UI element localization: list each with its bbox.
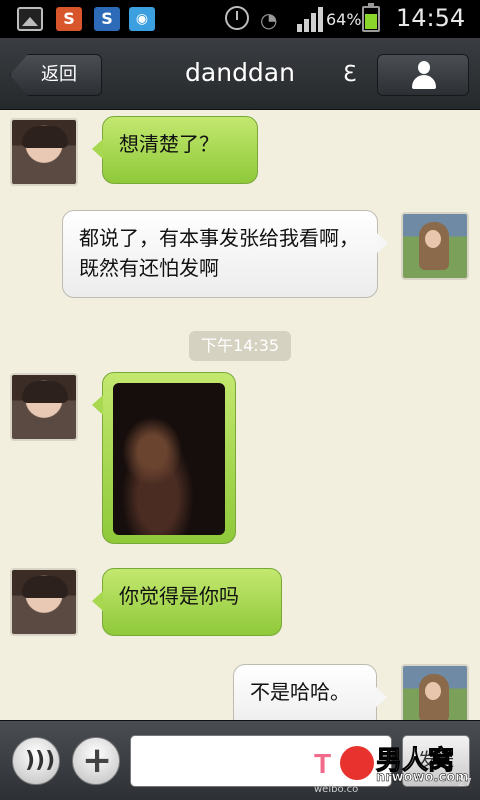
message-bubble-incoming[interactable]: 想清楚了？ <box>92 116 258 184</box>
gallery-icon <box>17 7 43 31</box>
back-button[interactable]: 返回 <box>10 54 102 96</box>
shield-s-icon: S <box>94 7 120 31</box>
attach-button[interactable]: + <box>72 737 120 785</box>
alarm-icon <box>225 6 249 30</box>
voice-wave-icon: ))) <box>25 748 56 773</box>
message-bubble-incoming[interactable]: 你觉得是你吗 <box>92 568 282 636</box>
image-message-bubble[interactable] <box>92 372 236 544</box>
earpiece-mode-icon[interactable]: ℇ <box>343 62 367 88</box>
chat-area[interactable]: 想清楚了？ 都说了，有本事发张给我看啊，既然有还怕发啊 下午14:35 你觉得是… <box>0 110 480 720</box>
avatar-self[interactable] <box>401 664 469 720</box>
avatar-contact[interactable] <box>10 373 78 441</box>
avatar-contact[interactable] <box>10 568 78 636</box>
message-timestamp: 下午14:35 <box>189 331 291 361</box>
message-bubble-outgoing[interactable]: 都说了，有本事发张给我看啊，既然有还怕发啊 <box>62 210 388 298</box>
wifi-icon: ◔ <box>260 8 278 32</box>
contact-profile-button[interactable] <box>377 54 469 96</box>
signal-icon <box>297 6 327 32</box>
chat-title: danddan <box>185 58 295 87</box>
input-bar: ))) + 发送 <box>0 720 480 800</box>
app-s-icon: S <box>56 7 82 31</box>
chat-header: 返回 danddan ℇ <box>0 38 480 110</box>
message-bubble-outgoing[interactable]: 不是哈哈。 <box>233 664 387 720</box>
person-icon <box>412 61 436 89</box>
message-input[interactable] <box>130 735 392 787</box>
battery-percent: 64% <box>326 10 362 29</box>
voice-input-button[interactable]: ))) <box>12 737 60 785</box>
battery-icon <box>362 3 380 32</box>
qq-icon: ◉ <box>129 7 155 31</box>
avatar-contact[interactable] <box>10 118 78 186</box>
send-button[interactable]: 发送 <box>402 735 470 787</box>
status-time: 14:54 <box>396 4 466 32</box>
plus-icon: + <box>82 740 113 781</box>
avatar-self[interactable] <box>401 212 469 280</box>
status-bar: S S ◉ ◔ 64% 14:54 <box>0 0 480 38</box>
received-photo[interactable] <box>113 383 225 535</box>
